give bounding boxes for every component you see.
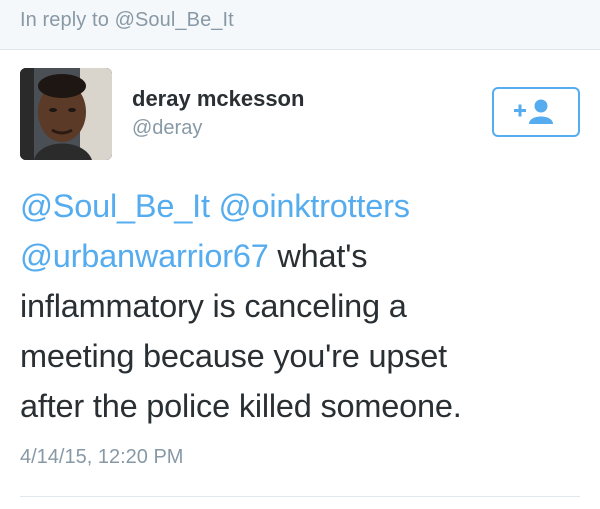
reply-context-text[interactable]: In reply to @Soul_Be_It [20, 9, 234, 32]
tweet-line-2: @urbanwarrior67 what's [20, 231, 585, 281]
avatar[interactable] [20, 68, 112, 160]
tweet-line-1: @Soul_Be_It @oinktrotters [20, 181, 585, 231]
tweet-line-5: after the police killed someone. [20, 388, 462, 424]
tweet-text: @Soul_Be_It @oinktrotters @urbanwarrior6… [20, 181, 585, 431]
reply-context-bar: In reply to @Soul_Be_It [0, 0, 600, 50]
user-handle[interactable]: @deray [132, 117, 202, 140]
profile-photo-icon [20, 68, 112, 160]
mention-link[interactable]: @Soul_Be_It [20, 188, 210, 224]
follow-button[interactable] [492, 87, 580, 137]
mention-link[interactable]: @oinktrotters [219, 188, 410, 224]
user-display-name[interactable]: deray mckesson [132, 86, 304, 112]
follow-user-icon [514, 99, 553, 124]
divider [20, 496, 580, 497]
tweet-timestamp[interactable]: 4/14/15, 12:20 PM [20, 446, 183, 469]
mention-link[interactable]: @urbanwarrior67 [20, 238, 269, 274]
tweet-text-segment: what's [268, 238, 368, 274]
tweet-line-4: meeting because you're upset [20, 338, 447, 374]
tweet-line-3: inflammatory is canceling a [20, 288, 407, 324]
